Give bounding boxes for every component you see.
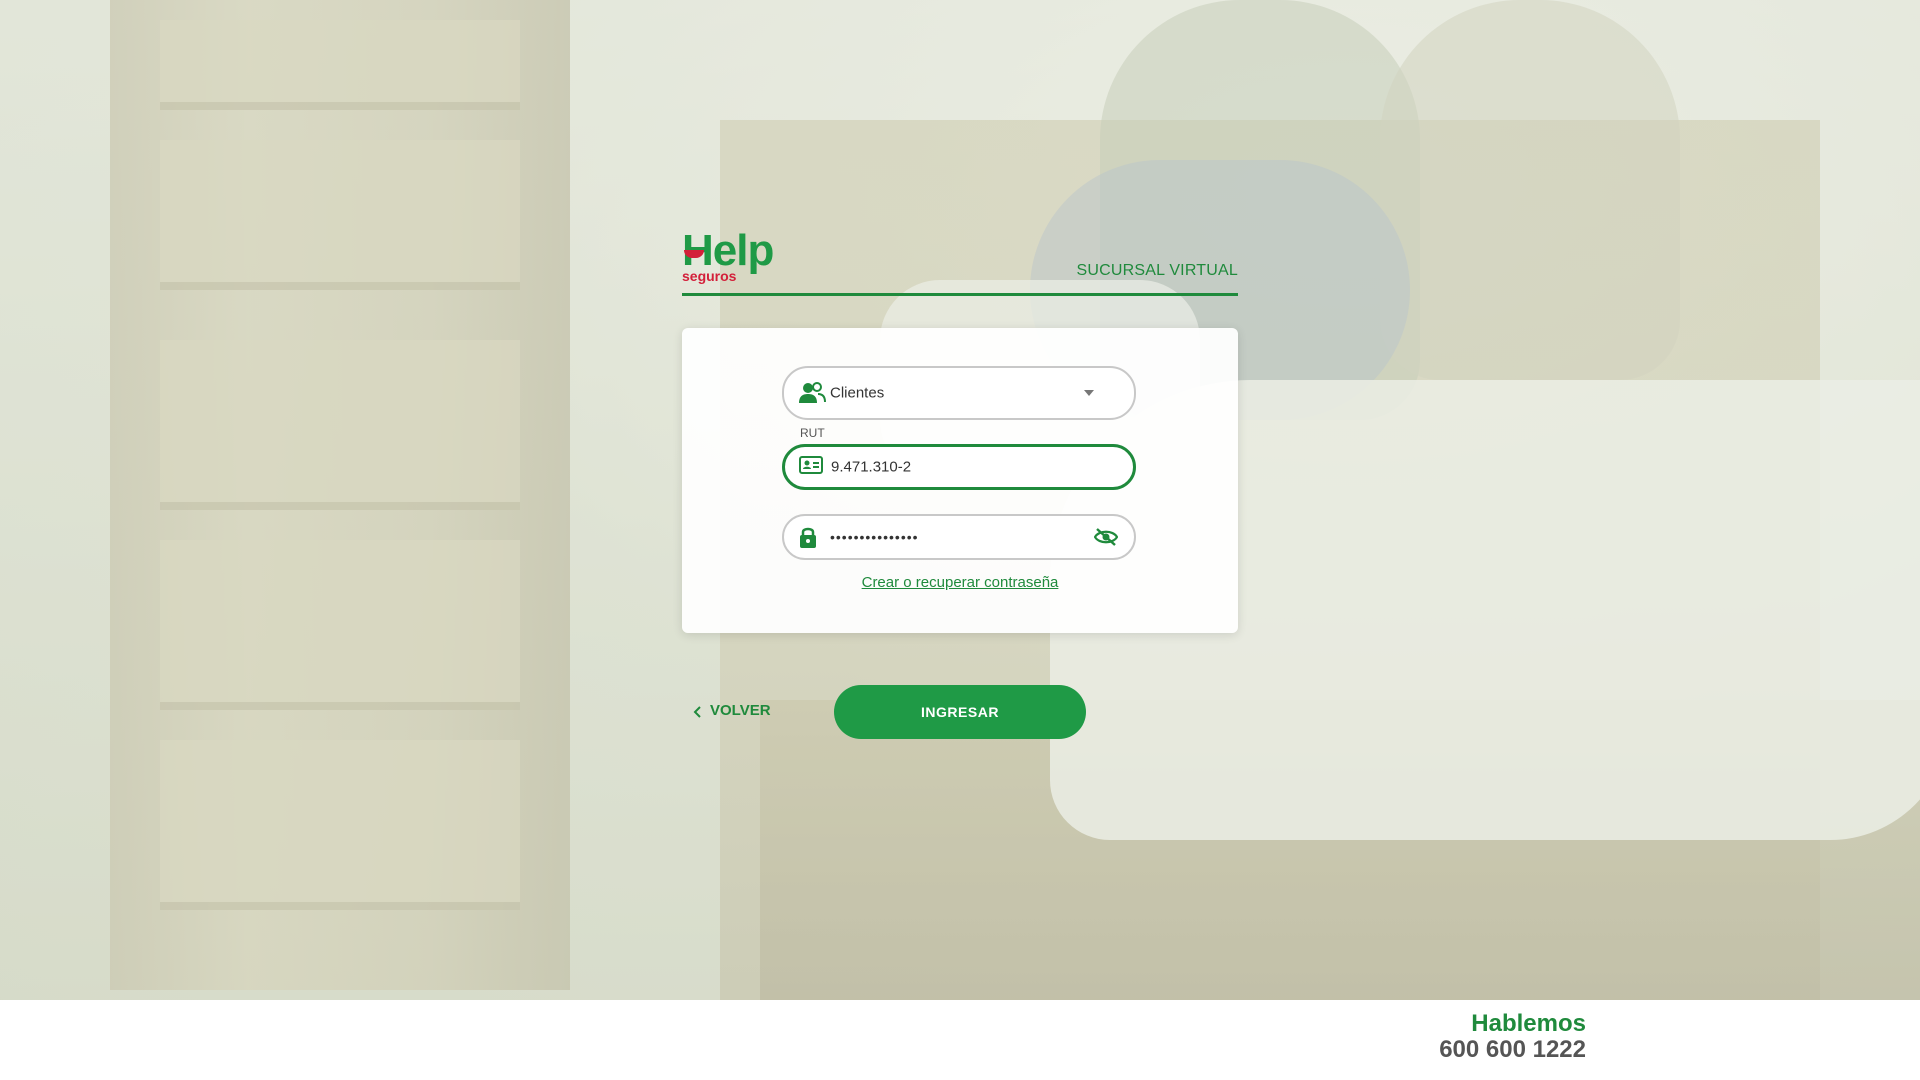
lock-icon	[798, 525, 824, 549]
section-title: SUCURSAL VIRTUAL	[1076, 262, 1238, 279]
footer: Hablemos 600 600 1222	[0, 1000, 1920, 1080]
user-type-value: Clientes	[830, 384, 885, 402]
password-value: •••••••••••••••	[830, 529, 919, 545]
password-input[interactable]: •••••••••••••••	[782, 514, 1136, 560]
eye-off-icon[interactable]	[1093, 527, 1120, 547]
create-recover-password-link[interactable]: Crear o recuperar contraseña	[682, 574, 1238, 591]
login-card: Clientes RUT 9.471.310-2 •••••••••••••••	[682, 328, 1238, 633]
rut-input[interactable]: 9.471.310-2	[782, 444, 1136, 490]
back-label: VOLVER	[710, 702, 771, 719]
contact-title: Hablemos	[1471, 1010, 1586, 1037]
id-card-icon	[799, 455, 825, 479]
users-icon	[798, 381, 826, 405]
chevron-left-icon	[692, 705, 704, 718]
brand-header: Help seguros SUCURSAL VIRTUAL	[682, 226, 1238, 296]
chevron-down-icon[interactable]	[1084, 390, 1094, 396]
rut-label: RUT	[800, 426, 825, 440]
user-type-select[interactable]: Clientes	[782, 366, 1136, 420]
contact-phone[interactable]: 600 600 1222	[1439, 1036, 1586, 1064]
back-button[interactable]: VOLVER	[692, 702, 771, 719]
rut-value: 9.471.310-2	[831, 458, 912, 476]
logo-subtitle: seguros	[682, 268, 737, 284]
login-submit-button[interactable]: INGRESAR	[834, 685, 1086, 739]
help-seguros-logo: Help seguros	[682, 226, 774, 284]
